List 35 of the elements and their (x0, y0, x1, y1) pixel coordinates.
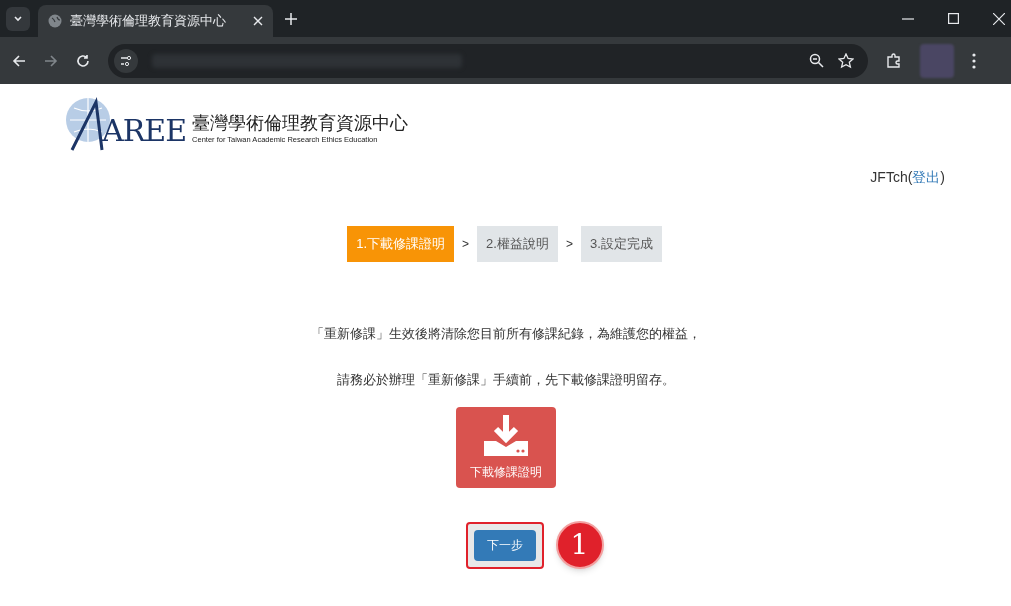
puzzle-icon (886, 52, 902, 69)
blurred-avatar[interactable] (920, 43, 954, 78)
globe-icon (48, 14, 62, 28)
address-bar[interactable] (108, 43, 868, 78)
site-settings-icon (114, 48, 138, 73)
plus-icon (285, 12, 297, 25)
logo-mark: AREE (102, 112, 187, 150)
next-button[interactable]: 下一步 (473, 529, 536, 561)
notice-text: 請務必於辦理「重新修課」手續前，先下載修課證明留存。 (336, 370, 675, 389)
step-number-badge: 1 (555, 521, 604, 569)
notice-text: 「重新修課」生效後將清除您目前所有修課紀錄，為維護您的權益， (310, 325, 701, 343)
tab-list-button[interactable] (6, 6, 30, 31)
user-name: JFTch( (870, 168, 913, 187)
download-certificate-button[interactable]: 下載修課證明 (455, 407, 556, 488)
zoom-out-icon (809, 53, 824, 68)
logout-link[interactable]: 登出 (912, 167, 941, 188)
step-separator: > (461, 236, 471, 253)
close-icon (993, 12, 1005, 25)
closing-parenthesis: ) (940, 168, 945, 187)
chevron-down-icon (13, 13, 23, 24)
forward-arrow-icon (44, 53, 58, 68)
logo-title: 臺灣學術倫理教育資源中心 (192, 111, 409, 134)
close-icon (253, 16, 263, 26)
more-icon (972, 52, 976, 69)
back-arrow-icon (12, 53, 26, 68)
tab-title: 臺灣學術倫理教育資源中心 (70, 12, 227, 31)
star-icon (838, 52, 854, 69)
step-separator: > (564, 236, 574, 253)
browser-tab[interactable]: 臺灣學術倫理教育資源中心 (38, 5, 273, 37)
step-indicator: 2.權益說明 (477, 226, 558, 262)
step-indicator: 3.設定完成 (580, 226, 662, 262)
step-indicator: 1.下載修課證明 (347, 226, 455, 262)
maximize-icon (948, 13, 959, 24)
download-icon (481, 414, 530, 457)
reload-icon (76, 53, 90, 68)
